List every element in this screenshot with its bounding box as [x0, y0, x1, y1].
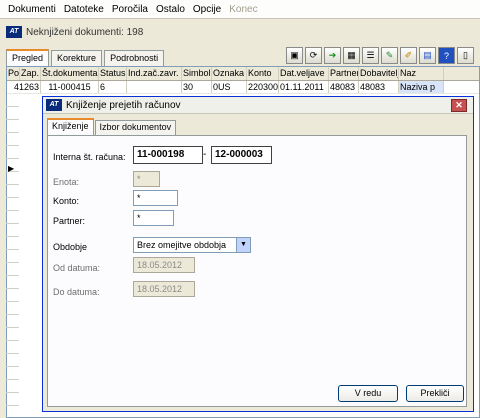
booking-dialog: AT Knjiženje prejetih računov ✕ Knjiženj…	[42, 96, 474, 412]
comment-icon[interactable]: ▤	[419, 47, 436, 64]
table-cell: 01.11.2011	[279, 81, 329, 93]
ok-button[interactable]: V redu	[338, 385, 398, 402]
menu-ostalo[interactable]: Ostalo	[152, 4, 189, 15]
column-header[interactable]: Naz	[399, 67, 444, 80]
window-title-bar: AT Neknjiženi dokumenti: 198	[0, 23, 480, 41]
grid-header: Pod Zap. št. Št.dokumenta Status Ind.zač…	[7, 67, 479, 81]
table-cell: 48083	[329, 81, 359, 93]
table-cell	[127, 81, 182, 93]
refresh-icon[interactable]: ⟳	[305, 47, 322, 64]
dialog-title: Knjiženje prejetih računov	[66, 99, 181, 111]
main-tabs: Pregled Korekture Podrobnosti	[6, 49, 166, 66]
table-row[interactable]: 41263 11-000415 6 30 0US 220300 01.11.20…	[7, 81, 479, 94]
menu-bar: Dokumenti Datoteke Poročila Ostalo Opcij…	[0, 0, 480, 19]
column-header[interactable]: Partner	[329, 67, 359, 80]
column-header[interactable]: Konto	[247, 67, 279, 80]
column-header[interactable]: Št.dokumenta	[41, 67, 99, 80]
menu-porocila[interactable]: Poročila	[108, 4, 152, 15]
row-selector-column	[6, 94, 19, 412]
table-cell: 6	[99, 81, 127, 93]
column-header[interactable]: Dobavitelj	[359, 67, 399, 80]
obdobje-value: Brez omejitve obdobja	[137, 240, 227, 250]
window-title: Neknjiženi dokumenti: 198	[26, 26, 144, 38]
cancel-button[interactable]: Prekliči	[406, 385, 464, 402]
od-datuma-label: Od datuma:	[53, 263, 101, 273]
column-header[interactable]: Status	[99, 67, 127, 80]
range-dash: -	[203, 149, 207, 160]
do-datuma-label: Do datuma:	[53, 287, 100, 297]
folder-icon[interactable]: ▣	[286, 47, 303, 64]
table-cell: 0US	[212, 81, 247, 93]
column-header[interactable]: Ind.zač.zavr.	[127, 67, 182, 80]
column-header[interactable]: Dat.veljave	[279, 67, 329, 80]
edit-icon[interactable]: ✎	[381, 47, 398, 64]
table-cell: Naziva p	[399, 81, 444, 93]
do-datuma-input[interactable]: 18.05.2012	[133, 281, 195, 297]
partner-label: Partner:	[53, 216, 86, 226]
arrow-right-icon[interactable]: ➔	[324, 47, 341, 64]
document-icon[interactable]: ▯	[457, 47, 474, 64]
menu-datoteke[interactable]: Datoteke	[60, 4, 108, 15]
app-logo-icon: AT	[46, 99, 62, 111]
obdobje-label: Obdobje	[53, 242, 88, 252]
column-header[interactable]: Oznaka	[212, 67, 247, 80]
table-cell: 220300	[247, 81, 279, 93]
column-header[interactable]: Zap. št.	[20, 67, 41, 80]
menu-opcije[interactable]: Opcije	[189, 4, 225, 15]
column-header[interactable]: Pod	[7, 67, 20, 80]
enota-label: Enota:	[53, 177, 80, 187]
app-logo-icon: AT	[6, 26, 22, 38]
toolbar: ▣ ⟳ ➔ ▦ ☰ ✎ ✐ ▤ ? ▯	[286, 47, 476, 65]
tab-podrobnosti[interactable]: Podrobnosti	[104, 50, 165, 66]
menu-konec[interactable]: Konec	[225, 4, 261, 15]
dialog-body: Interna št. računa: 11-000198 - 12-00000…	[47, 135, 467, 407]
column-header[interactable]: Simbol	[182, 67, 212, 80]
pencil-icon[interactable]: ✐	[400, 47, 417, 64]
table-cell: 48083	[359, 81, 399, 93]
tab-izbor-dokumentov[interactable]: Izbor dokumentov	[94, 120, 177, 135]
obdobje-select[interactable]: Brez omejitve obdobja ▼	[133, 237, 251, 253]
table-cell: 30	[182, 81, 212, 93]
close-icon[interactable]: ✕	[451, 99, 467, 112]
interna-to-input[interactable]: 12-000003	[211, 146, 272, 164]
list-icon[interactable]: ☰	[362, 47, 379, 64]
tab-knjizenje[interactable]: Knjiženje	[47, 118, 94, 135]
konto-input[interactable]: *	[133, 190, 178, 206]
table-cell: 41263	[7, 81, 41, 93]
partner-input[interactable]: *	[133, 210, 174, 226]
table-cell: 11-000415	[41, 81, 99, 93]
help-icon[interactable]: ?	[438, 47, 455, 64]
chevron-down-icon[interactable]: ▼	[236, 238, 250, 252]
enota-input[interactable]: *	[133, 171, 160, 187]
od-datuma-input[interactable]: 18.05.2012	[133, 257, 195, 273]
tab-korekture[interactable]: Korekture	[51, 50, 103, 66]
menu-dokumenti[interactable]: Dokumenti	[4, 4, 60, 15]
interna-label: Interna št. računa:	[53, 152, 126, 162]
tab-pregled[interactable]: Pregled	[6, 49, 50, 66]
interna-from-input[interactable]: 11-000198	[133, 146, 203, 164]
dialog-tabs: Knjiženje Izbor dokumentov	[47, 118, 177, 135]
konto-label: Konto:	[53, 196, 80, 206]
table-icon[interactable]: ▦	[343, 47, 360, 64]
dialog-title-bar: AT Knjiženje prejetih računov	[43, 97, 473, 114]
row-pointer-icon: ▶	[8, 164, 15, 173]
